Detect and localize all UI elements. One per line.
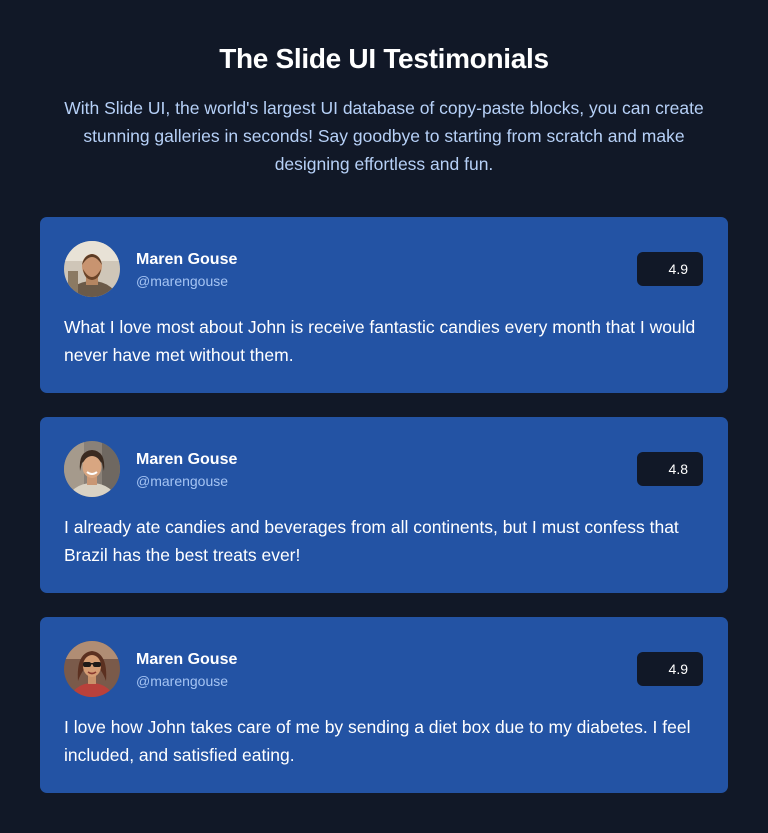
rating-badge: 4.9	[637, 652, 703, 686]
testimonial-card: Maren Gouse @marengouse 4.8 I already at…	[40, 417, 728, 593]
rating-badge: 4.9	[637, 252, 703, 286]
testimonial-card: Maren Gouse @marengouse 4.9 What I love …	[40, 217, 728, 393]
testimonials-page: The Slide UI Testimonials With Slide UI,…	[0, 0, 768, 833]
page-title: The Slide UI Testimonials	[219, 43, 549, 74]
author-name: Maren Gouse	[136, 651, 238, 668]
testimonial-quote: I love how John takes care of me by send…	[64, 717, 691, 765]
testimonial-card: Maren Gouse @marengouse 4.9 I love how J…	[40, 617, 728, 793]
author-name: Maren Gouse	[136, 451, 238, 468]
testimonial-quote: I already ate candies and beverages from…	[64, 517, 679, 565]
avatar	[64, 641, 120, 697]
avatar	[64, 441, 120, 497]
avatar	[64, 241, 120, 297]
author-handle: @marengouse	[136, 673, 229, 689]
man-with-beard-avatar-icon	[64, 241, 120, 297]
smiling-woman-avatar-icon	[64, 441, 120, 497]
woman-with-sunglasses-avatar-icon	[64, 641, 120, 697]
author-name: Maren Gouse	[136, 251, 238, 268]
author-handle: @marengouse	[136, 473, 229, 489]
testimonial-quote: What I love most about John is receive f…	[64, 317, 696, 365]
rating-badge: 4.8	[637, 452, 703, 486]
page-subtitle: With Slide UI, the world's largest UI da…	[64, 98, 704, 174]
author-handle: @marengouse	[136, 273, 229, 289]
